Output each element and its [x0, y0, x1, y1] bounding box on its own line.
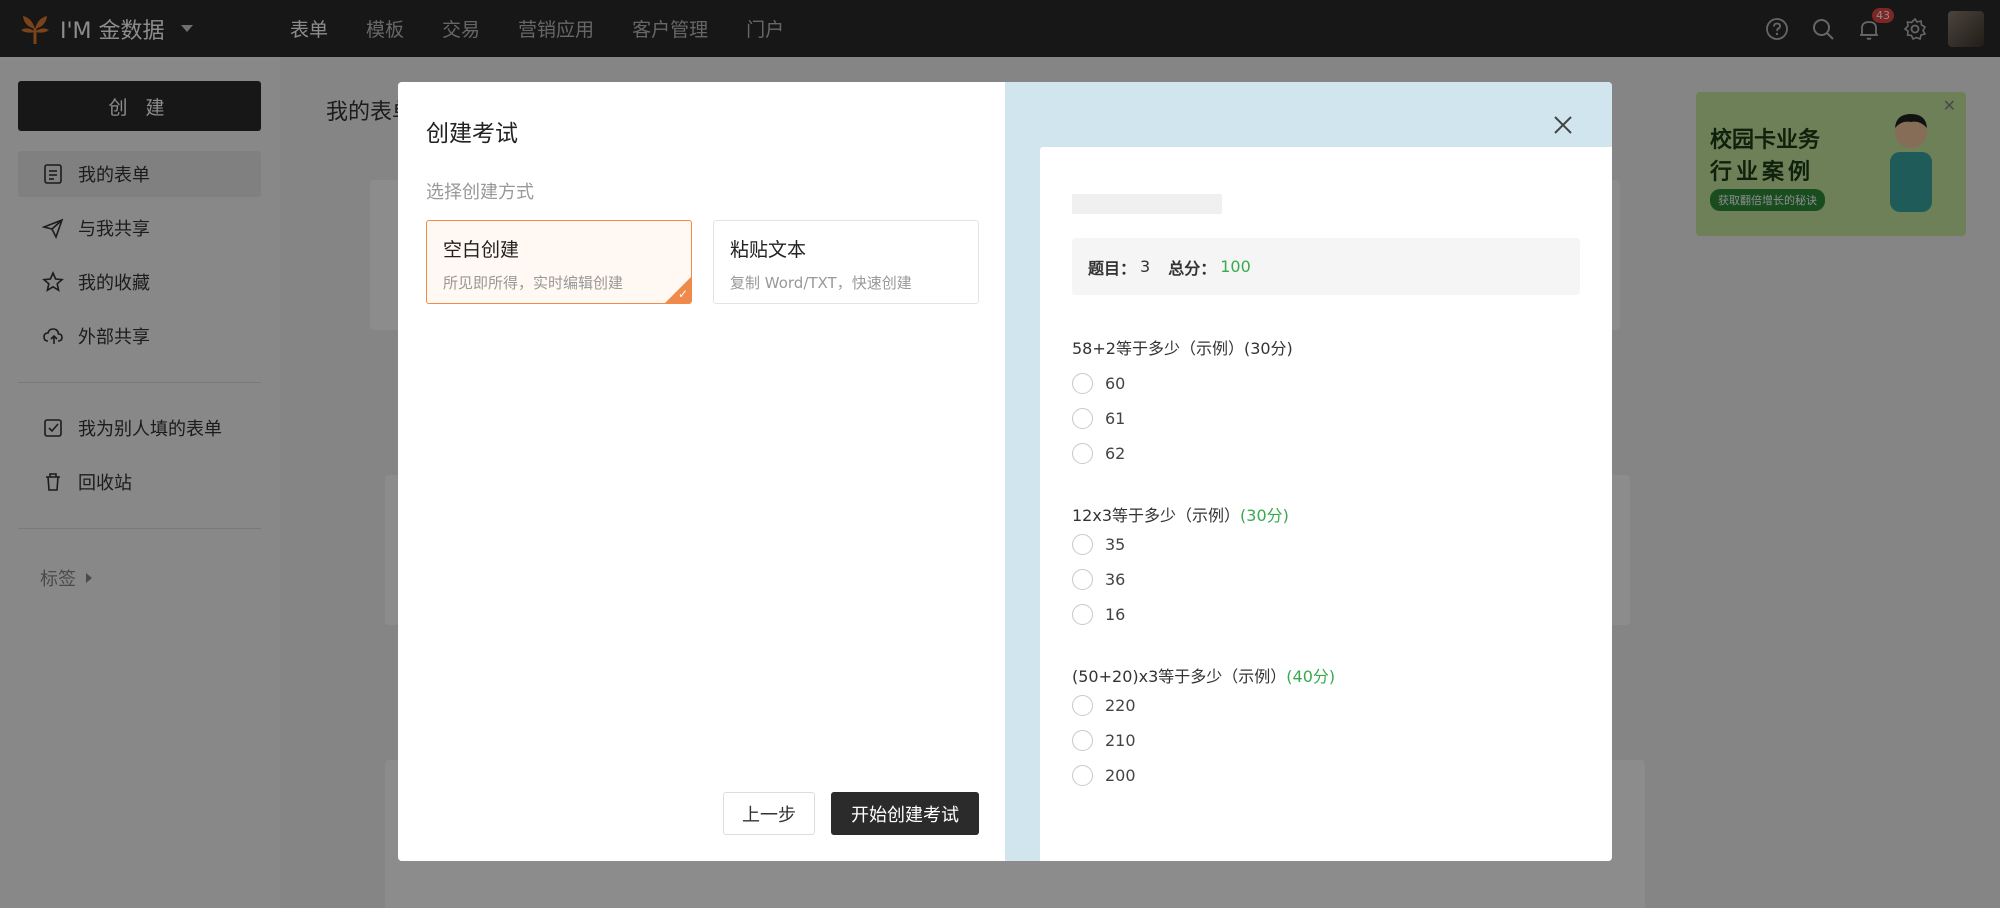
prev-button[interactable]: 上一步	[723, 792, 815, 835]
option-title: 粘贴文本	[730, 239, 807, 261]
radio-button[interactable]	[1072, 730, 1093, 751]
option-label: 16	[1105, 605, 1126, 624]
modal-left-panel: 创建考试 选择创建方式 空白创建 所见即所得，实时编辑创建 ✓ 粘贴文本 复制 …	[398, 82, 1005, 861]
option-label: 200	[1105, 766, 1136, 785]
modal-subtitle: 选择创建方式	[426, 182, 534, 203]
close-icon[interactable]	[1550, 112, 1576, 138]
question-text: (50+20)x3等于多少（示例）	[1072, 667, 1287, 686]
radio-button[interactable]	[1072, 604, 1093, 625]
option-label: 35	[1105, 535, 1126, 554]
option-paste-text[interactable]: 粘贴文本 复制 Word/TXT，快速创建	[713, 220, 979, 304]
answer-option[interactable]: 220	[1072, 695, 1136, 716]
option-label: 36	[1105, 570, 1126, 589]
check-icon: ✓	[677, 287, 688, 301]
option-label: 220	[1105, 696, 1136, 715]
radio-button[interactable]	[1072, 373, 1093, 394]
question-count: 3	[1140, 257, 1151, 276]
modal-title: 创建考试	[426, 121, 518, 147]
answer-option[interactable]: 61	[1072, 408, 1125, 429]
option-description: 所见即所得，实时编辑创建	[443, 274, 624, 292]
question-title: 58+2等于多少（示例）(30分)	[1072, 335, 1293, 359]
answer-option[interactable]: 35	[1072, 534, 1125, 555]
option-label: 61	[1105, 409, 1126, 428]
option-label: 62	[1105, 444, 1126, 463]
answer-option[interactable]: 60	[1072, 373, 1125, 394]
question-title: (50+20)x3等于多少（示例）(40分)	[1072, 663, 1335, 687]
question-text: 58+2等于多少（示例）(30分)	[1072, 339, 1293, 358]
answer-option[interactable]: 36	[1072, 569, 1125, 590]
option-title: 空白创建	[443, 239, 520, 261]
exam-summary: 题目： 3 总分： 100	[1072, 238, 1580, 295]
question-title: 12x3等于多少（示例）(30分)	[1072, 502, 1289, 526]
question-score: (40分)	[1286, 667, 1336, 686]
radio-button[interactable]	[1072, 443, 1093, 464]
total-score-label: 总分：	[1168, 258, 1217, 278]
question-count-label: 题目：	[1088, 258, 1137, 278]
radio-button[interactable]	[1072, 569, 1093, 590]
exam-preview: 题目： 3 总分： 100 58+2等于多少（示例）(30分) 60 61 62…	[1040, 147, 1612, 861]
option-description: 复制 Word/TXT，快速创建	[730, 274, 912, 292]
start-exam-button[interactable]: 开始创建考试	[831, 792, 979, 835]
title-placeholder	[1072, 194, 1222, 214]
radio-button[interactable]	[1072, 765, 1093, 786]
radio-button[interactable]	[1072, 408, 1093, 429]
question-score: (30分)	[1240, 506, 1289, 525]
option-label: 60	[1105, 374, 1126, 393]
total-score: 100	[1220, 257, 1251, 276]
option-label: 210	[1105, 731, 1136, 750]
answer-option[interactable]: 62	[1072, 443, 1125, 464]
answer-option[interactable]: 200	[1072, 765, 1136, 786]
option-blank-create[interactable]: 空白创建 所见即所得，实时编辑创建 ✓	[426, 220, 692, 304]
radio-button[interactable]	[1072, 534, 1093, 555]
radio-button[interactable]	[1072, 695, 1093, 716]
question-text: 12x3等于多少（示例）	[1072, 506, 1241, 525]
modal-preview-panel: 题目： 3 总分： 100 58+2等于多少（示例）(30分) 60 61 62…	[1005, 82, 1612, 861]
answer-option[interactable]: 210	[1072, 730, 1136, 751]
answer-option[interactable]: 16	[1072, 604, 1125, 625]
create-exam-modal: 创建考试 选择创建方式 空白创建 所见即所得，实时编辑创建 ✓ 粘贴文本 复制 …	[398, 82, 1612, 861]
